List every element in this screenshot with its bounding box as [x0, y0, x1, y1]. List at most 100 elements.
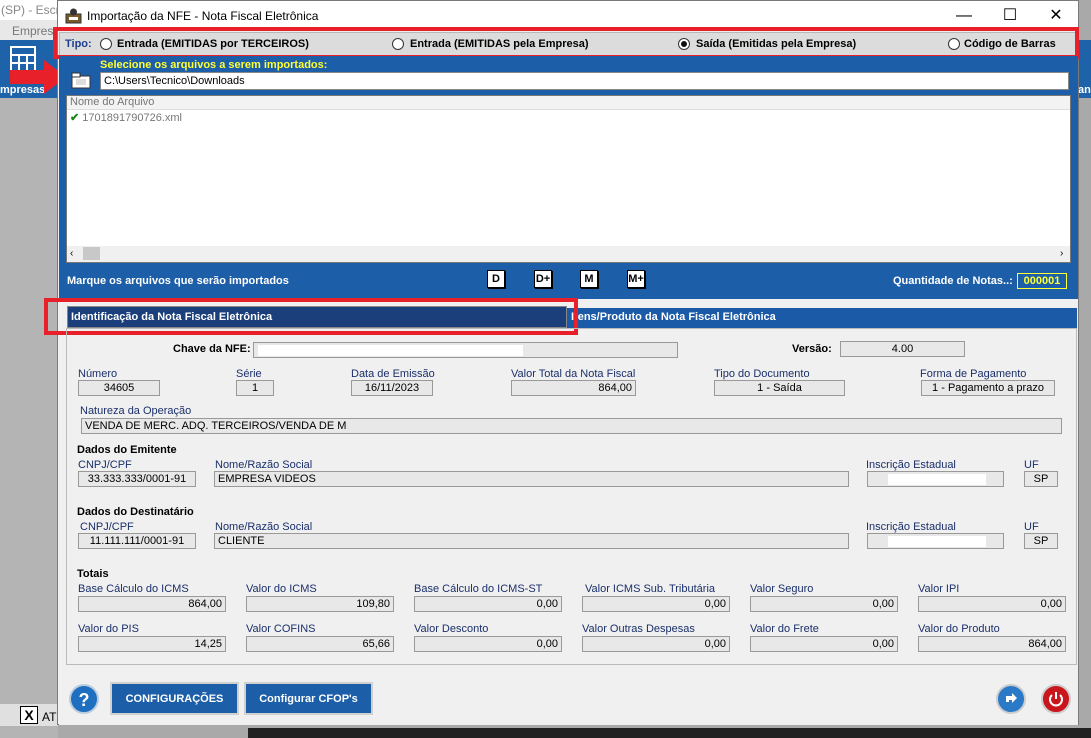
total-value: 0,00 [414, 596, 562, 612]
emissao-label: Data de Emissão [351, 368, 435, 380]
destinatario-ie-label: Inscrição Estadual [866, 521, 956, 533]
emitente-nome-field: EMPRESA VIDEOS [214, 471, 849, 487]
footer-bar: ? CONFIGURAÇÕES Configurar CFOP's [59, 671, 1078, 725]
ribbon-label-right: an [1078, 84, 1091, 96]
close-button[interactable]: ✕ [1033, 4, 1079, 28]
emitente-section: Dados do Emitente [77, 444, 177, 456]
numero-label: Número [78, 368, 118, 380]
file-item[interactable]: ✔ 1701891790726.xml [70, 111, 182, 124]
scroll-thumb[interactable] [83, 247, 100, 260]
versao-field: 4.00 [840, 341, 965, 357]
chave-field[interactable] [253, 342, 678, 358]
forma-pag-label: Forma de Pagamento [920, 368, 1027, 380]
background-at-label: AT [42, 710, 57, 724]
total-label: Valor Seguro [750, 583, 814, 595]
emitente-cnpj-field: 33.333.333/0001-91 [78, 471, 196, 487]
quantity-label: Quantidade de Notas..: [893, 275, 1013, 287]
chave-redacted [258, 345, 523, 356]
total-label: Valor ICMS Sub. Tributária [585, 583, 716, 595]
emitente-uf-label: UF [1024, 459, 1039, 471]
total-value: 0,00 [582, 636, 730, 652]
window-title: Importação da NFE - Nota Fiscal Eletrôni… [87, 9, 319, 23]
file-list-header: Nome do Arquivo [67, 96, 1070, 110]
total-label: Valor do ICMS [246, 583, 317, 595]
select-files-label: Selecione os arquivos a serem importados… [100, 59, 328, 71]
forma-pag-field: 1 - Pagamento a prazo [921, 380, 1055, 396]
emitente-cnpj-label: CNPJ/CPF [78, 459, 132, 471]
check-icon: ✔ [70, 112, 80, 124]
total-label: Valor COFINS [246, 623, 316, 635]
numero-field: 34605 [78, 380, 160, 396]
destinatario-ie-field [867, 533, 1004, 549]
total-value: 0,00 [414, 636, 562, 652]
total-value: 0,00 [750, 596, 898, 612]
emitente-uf-field: SP [1024, 471, 1058, 487]
marcar-button[interactable]: M [580, 270, 598, 288]
scroll-right-icon[interactable]: › [1060, 248, 1063, 259]
desmarcar-button[interactable]: D [487, 270, 505, 288]
file-list[interactable]: Nome do Arquivo ✔ 1701891790726.xml ‹ › [66, 95, 1071, 263]
tipo-highlight-box [53, 27, 1079, 59]
total-label: Valor do PIS [78, 623, 139, 635]
valor-total-field: 864,00 [511, 380, 636, 396]
valor-total-label: Valor Total da Nota Fiscal [511, 368, 636, 380]
destinatario-ie-redacted [888, 536, 986, 547]
mark-files-label: Marque os arquivos que serão importados [67, 275, 289, 287]
marcar-todos-button[interactable]: M+ [627, 270, 645, 288]
power-button[interactable] [1041, 684, 1071, 714]
total-value: 65,66 [246, 636, 394, 652]
path-input[interactable]: C:\Users\Tecnico\Downloads [100, 72, 1069, 90]
emitente-ie-label: Inscrição Estadual [866, 459, 956, 471]
serie-field: 1 [236, 380, 274, 396]
emissao-field: 16/11/2023 [351, 380, 433, 396]
background-menu[interactable]: Empres [0, 20, 58, 40]
total-value: 0,00 [582, 596, 730, 612]
total-label: Valor Outras Despesas [582, 623, 695, 635]
background-app-title: (SP) - Escr [0, 0, 58, 20]
power-icon [1049, 692, 1063, 707]
app-icon [65, 8, 82, 24]
import-button[interactable] [996, 684, 1026, 714]
configuracoes-button[interactable]: CONFIGURAÇÕES [110, 682, 239, 715]
destinatario-section: Dados do Destinatário [77, 506, 194, 518]
total-label: Valor do Frete [750, 623, 819, 635]
import-panel: Selecione os arquivos a serem importados… [59, 56, 1078, 299]
horizontal-scrollbar[interactable]: ‹ › [67, 246, 1070, 262]
destinatario-nome-label: Nome/Razão Social [215, 521, 313, 533]
emitente-nome-label: Nome/Razão Social [215, 459, 313, 471]
total-value: 109,80 [246, 596, 394, 612]
totais-section: Totais [77, 568, 109, 580]
configurar-cfop-button[interactable]: Configurar CFOP's [244, 682, 373, 715]
emitente-ie-redacted [888, 474, 986, 485]
destinatario-uf-field: SP [1024, 533, 1058, 549]
destinatario-uf-label: UF [1024, 521, 1039, 533]
chave-label: Chave da NFE: [173, 343, 251, 355]
destinatario-cnpj-field: 11.111.111/0001-91 [78, 533, 196, 549]
destinatario-cnpj-label: CNPJ/CPF [80, 521, 134, 533]
total-label: Base Cálculo do ICMS [78, 583, 189, 595]
versao-label: Versão: [792, 343, 832, 355]
desmarcar-todos-button[interactable]: D+ [534, 270, 552, 288]
scroll-left-icon[interactable]: ‹ [70, 248, 73, 259]
tipo-doc-label: Tipo do Documento [714, 368, 810, 380]
folder-icon[interactable] [70, 70, 92, 90]
total-label: Base Cálculo do ICMS-ST [414, 583, 543, 595]
serie-label: Série [236, 368, 262, 380]
total-value: 864,00 [918, 636, 1066, 652]
tab-itens-produto[interactable]: Itens/Produto da Nota Fiscal Eletrônica [567, 308, 1077, 328]
natureza-field: VENDA DE MERC. ADQ. TERCEIROS/VENDA DE M [81, 418, 1062, 434]
total-label: Valor IPI [918, 583, 960, 595]
import-icon [1006, 693, 1017, 703]
total-label: Valor do Produto [918, 623, 1000, 635]
identification-panel: Chave da NFE: Versão: 4.00 Número 34605 … [66, 328, 1077, 665]
total-value: 864,00 [78, 596, 226, 612]
minimize-button[interactable]: — [941, 4, 987, 28]
emitente-ie-field [867, 471, 1004, 487]
total-label: Valor Desconto [414, 623, 489, 635]
background-close-button[interactable]: X [20, 706, 38, 724]
destinatario-nome-field: CLIENTE [214, 533, 849, 549]
quantity-value: 000001 [1017, 273, 1067, 289]
maximize-button[interactable]: ☐ [987, 4, 1033, 28]
help-button[interactable]: ? [69, 684, 99, 714]
file-name: 1701891790726.xml [82, 112, 182, 124]
